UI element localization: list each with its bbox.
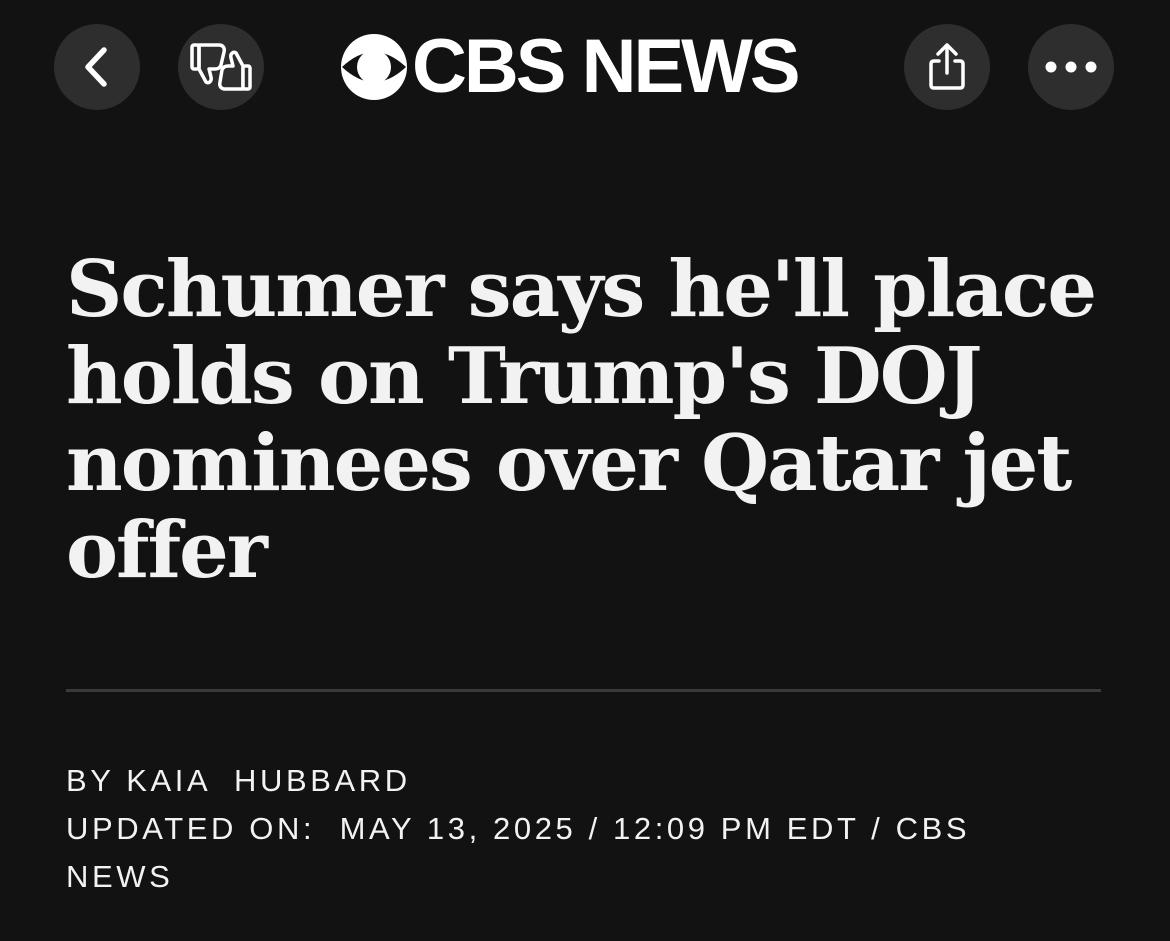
cbs-news-logo: CBS NEWS <box>338 24 801 109</box>
back-button[interactable] <box>54 24 140 110</box>
logo-text: CBS NEWS <box>412 24 801 109</box>
article-byline: BY KAIA HUBBARD <box>66 763 411 798</box>
more-options-button[interactable] <box>1028 24 1114 110</box>
article-updated-date: UPDATED ON: MAY 13, 2025 / 12:09 PM EDT … <box>66 811 983 894</box>
thumbs-up-down-icon <box>190 43 252 91</box>
feedback-button[interactable] <box>178 24 264 110</box>
cbs-eye-icon <box>341 34 407 100</box>
ellipsis-icon <box>1045 61 1097 73</box>
share-icon <box>929 43 965 90</box>
share-button[interactable] <box>904 24 990 110</box>
top-toolbar: CBS NEWS <box>0 24 1170 110</box>
chevron-left-icon <box>85 47 107 87</box>
article-headline: Schumer says he'll place holds on Trump'… <box>66 244 1097 596</box>
divider <box>66 689 1101 692</box>
